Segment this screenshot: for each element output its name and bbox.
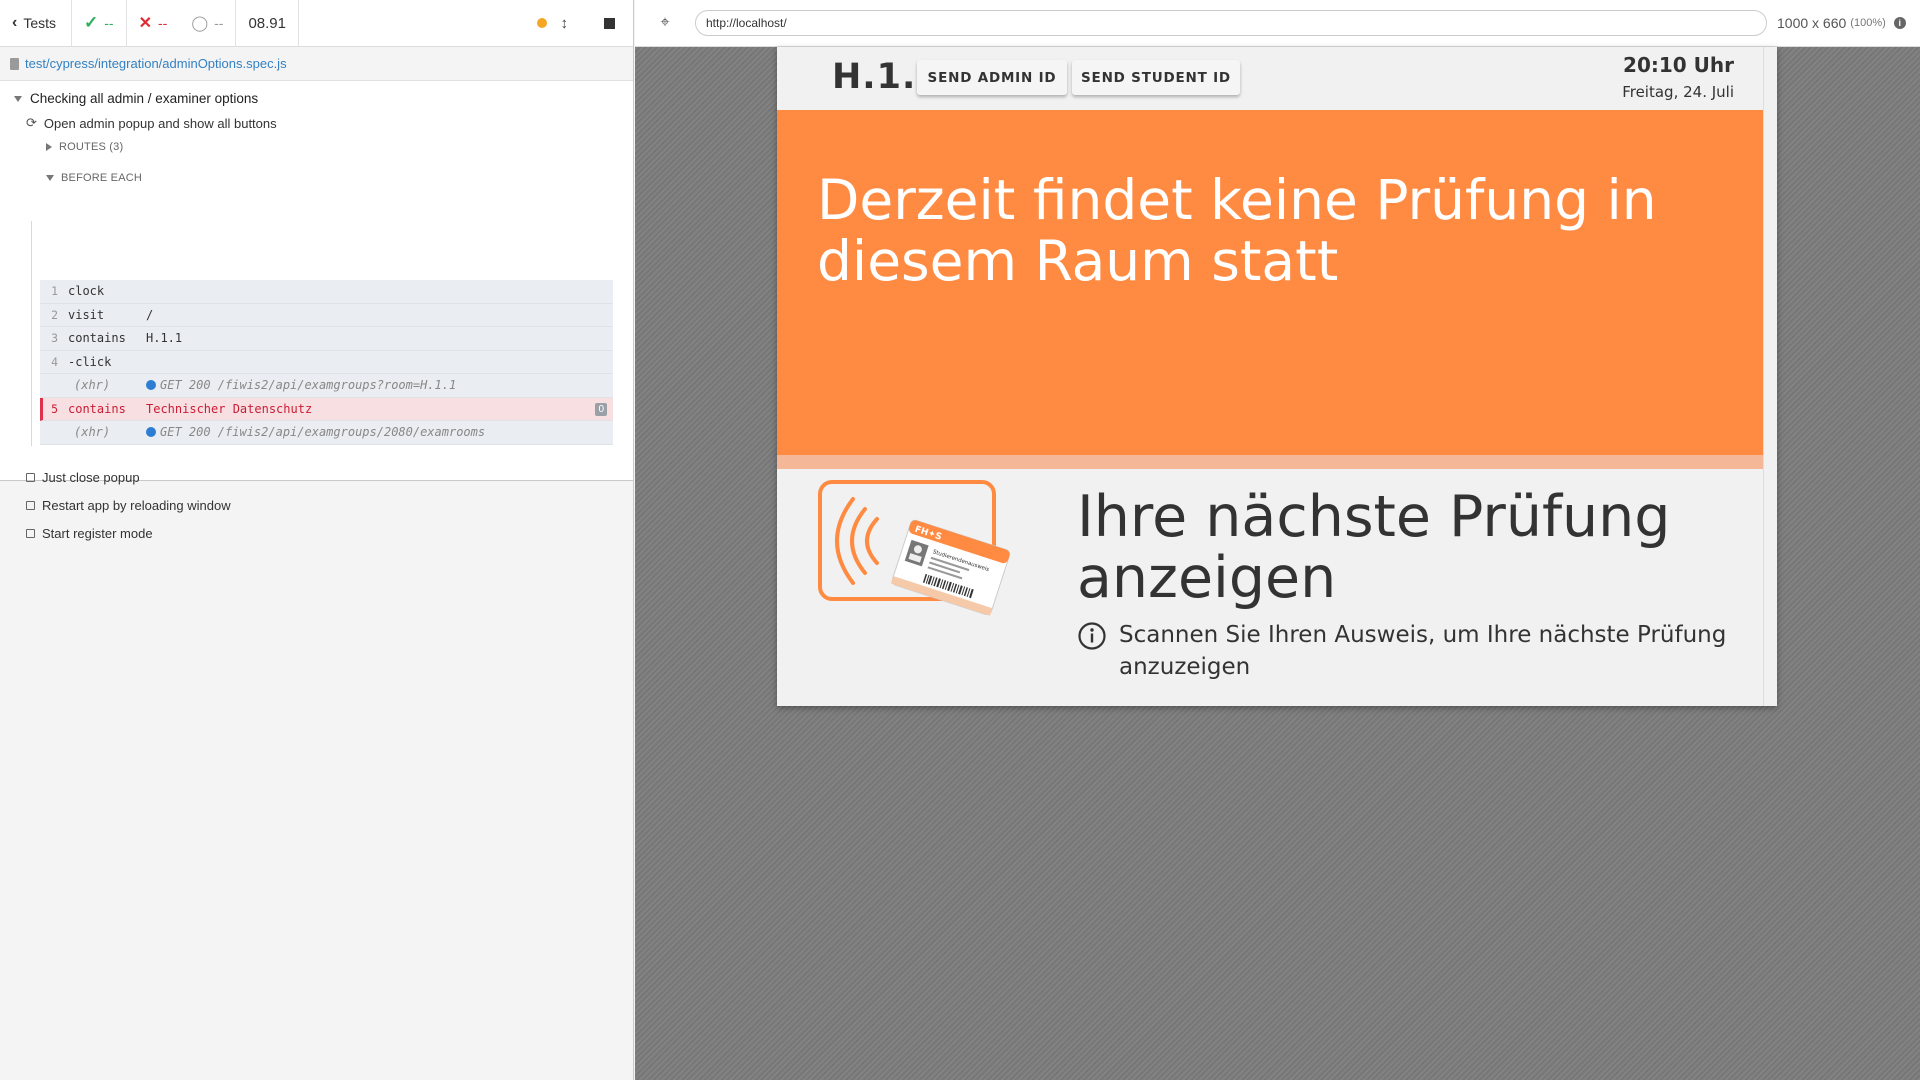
info-circle-icon (1078, 622, 1106, 650)
spec-file-link[interactable]: test/cypress/integration/adminOptions.sp… (25, 56, 287, 71)
pending-box-icon (26, 529, 35, 538)
pending-box-icon (26, 501, 35, 510)
suite-title[interactable]: Checking all admin / examiner options (14, 91, 258, 106)
collapse-icon (14, 95, 22, 102)
expand-icon (46, 143, 52, 151)
tree-divider (31, 221, 32, 446)
command-log: 1 clock 2 visit / 3 contains H.1.1 4 -cl… (40, 280, 613, 445)
check-icon: ✓ (84, 13, 99, 32)
no-exam-banner: Derzeit findet keine Prüfung in diesem R… (777, 110, 1763, 455)
banner-text: Derzeit findet keine Prüfung in diesem R… (817, 168, 1657, 293)
scan-hint-text: Scannen Sie Ihren Ausweis, um Ihre nächs… (1119, 622, 1727, 680)
clock-date: Freitag, 24. Juli (1622, 83, 1734, 101)
send-admin-id-button[interactable]: SEND ADMIN ID (917, 60, 1067, 95)
reporter-header: ‹ Tests ✓ -- ✕ -- ◯ -- 08.91 ↕ (0, 0, 633, 47)
pending-count[interactable]: ◯ -- (179, 0, 237, 47)
element-count-badge: 0 (595, 402, 607, 416)
command-row[interactable]: 3 contains H.1.1 (40, 327, 613, 351)
before-each-toggle[interactable]: BEFORE EACH (46, 172, 142, 184)
passed-count[interactable]: ✓ -- (72, 0, 127, 47)
xhr-status-dot-icon (146, 380, 156, 391)
crosshair-icon[interactable]: ⌖ (635, 14, 695, 32)
file-icon (10, 57, 19, 70)
collapse-icon (46, 175, 54, 181)
xhr-message: GET 200 /fiwis2/api/examgroups?room=H.1.… (160, 378, 457, 393)
chevron-left-icon: ‹ (12, 14, 18, 31)
clock-time: 20:10 Uhr (1623, 53, 1734, 77)
info-icon[interactable]: i (1893, 17, 1906, 29)
next-exam-section: FH✦S Studierendenausweis Ihre nächste Pr… (777, 469, 1763, 706)
next-exam-title: Ihre nächste Prüfung anzeigen (1077, 484, 1671, 611)
auto-scroll-toggle-icon[interactable]: ↕ (561, 15, 569, 32)
x-icon: ✕ (138, 15, 152, 32)
xhr-status-dot-icon (146, 427, 156, 438)
duration: 08.91 (236, 0, 299, 47)
address-bar: ⌖ http://localhost/ 1000 x 660 (100%) i (635, 0, 1920, 47)
test-item-open-admin-popup[interactable]: ⟳ Open admin popup and show all buttons (26, 115, 277, 131)
xhr-row[interactable]: (xhr) GET 200 /fiwis2/api/examgroups?roo… (40, 374, 613, 398)
app-header: H.1.1 SEND ADMIN ID SEND STUDENT ID 20:1… (777, 47, 1763, 110)
app-frame: H.1.1 SEND ADMIN ID SEND STUDENT ID 20:1… (777, 47, 1777, 706)
command-row-failed[interactable]: 5 contains Technischer Datenschutz 0 (40, 397, 613, 421)
test-runner-list: Checking all admin / examiner options ⟳ … (0, 81, 633, 541)
tests-back-button[interactable]: ‹ Tests (0, 0, 72, 47)
command-row[interactable]: 1 clock (40, 280, 613, 304)
scan-hint: Scannen Sie Ihren Ausweis, um Ihre nächs… (1077, 619, 1737, 683)
routes-toggle[interactable]: ROUTES (3) (46, 141, 123, 153)
test-item-register-mode[interactable]: Start register mode (26, 526, 153, 541)
refresh-icon: ⟳ (26, 115, 37, 130)
app-scrollbar[interactable] (1763, 47, 1777, 706)
circle-icon: ◯ (191, 15, 209, 32)
banner-divider (777, 455, 1763, 469)
id-card-scan-icon: FH✦S Studierendenausweis (818, 480, 1011, 616)
command-row[interactable]: 2 visit / (40, 303, 613, 327)
aut-area: ⌖ http://localhost/ 1000 x 660 (100%) i … (635, 0, 1920, 1080)
test-item-close-popup[interactable]: Just close popup (26, 470, 140, 485)
spec-file-bar: test/cypress/integration/adminOptions.sp… (0, 47, 633, 81)
tests-back-label: Tests (23, 15, 57, 31)
test-item-restart-app[interactable]: Restart app by reloading window (26, 498, 231, 513)
failed-count[interactable]: ✕ -- (127, 0, 180, 47)
auto-scroll-indicator-icon[interactable] (536, 18, 547, 28)
xhr-message: GET 200 /fiwis2/api/examgroups/2080/exam… (160, 425, 486, 440)
command-row[interactable]: 4 -click (40, 350, 613, 374)
cypress-reporter-panel: ‹ Tests ✓ -- ✕ -- ◯ -- 08.91 ↕ test/cypr… (0, 0, 634, 1080)
viewport-size: 1000 x 660 (100%) i (1777, 15, 1906, 31)
send-student-id-button[interactable]: SEND STUDENT ID (1072, 60, 1240, 95)
xhr-row[interactable]: (xhr) GET 200 /fiwis2/api/examgroups/208… (40, 421, 613, 445)
stop-icon[interactable] (604, 17, 615, 29)
pending-box-icon (26, 473, 35, 482)
url-field[interactable]: http://localhost/ (695, 10, 1767, 36)
